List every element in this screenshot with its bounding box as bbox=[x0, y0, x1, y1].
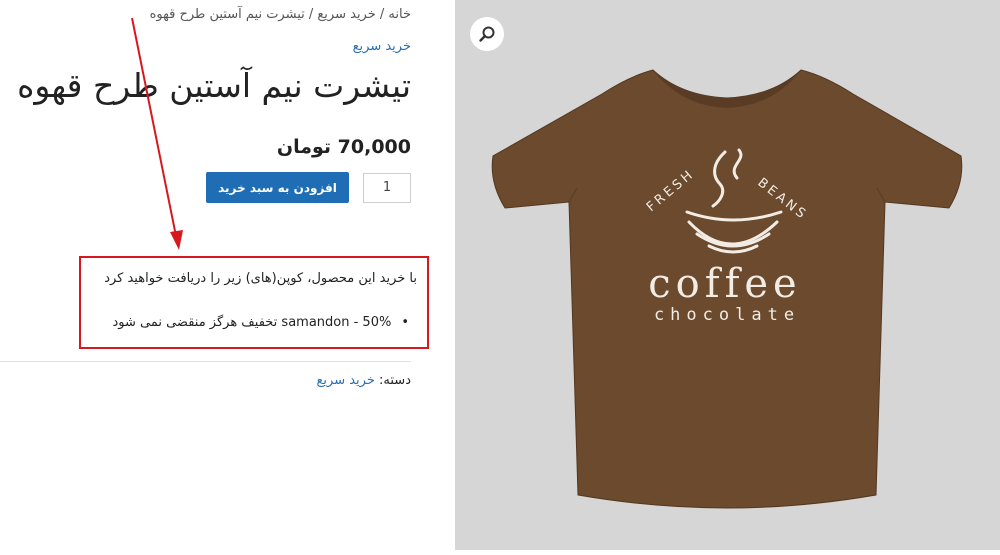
quantity-input[interactable] bbox=[363, 172, 411, 203]
add-to-cart-button[interactable]: افزودن به سبد خرید bbox=[206, 172, 349, 203]
product-gallery: FRESH BEANS coffee chocolate bbox=[455, 0, 1000, 550]
tshirt-image: FRESH BEANS coffee chocolate bbox=[491, 69, 963, 509]
product-meta: دسته: خرید سریع bbox=[317, 373, 412, 388]
product-title: تیشرت نیم آستین طرح قهوه bbox=[17, 66, 411, 105]
coupon-notice: با خرید این محصول، کوپن(های) زیر را دریا… bbox=[79, 256, 429, 349]
category-link[interactable]: خرید سریع bbox=[353, 39, 411, 54]
coupon-intro-text: با خرید این محصول، کوپن(های) زیر را دریا… bbox=[104, 271, 417, 286]
breadcrumb[interactable]: خانه / خرید سریع / تیشرت نیم آستین طرح ق… bbox=[150, 7, 411, 22]
product-summary: خانه / خرید سریع / تیشرت نیم آستین طرح ق… bbox=[0, 0, 440, 555]
magnifier-icon bbox=[479, 26, 495, 42]
divider bbox=[0, 361, 411, 362]
add-to-cart-form: افزودن به سبد خرید bbox=[206, 172, 411, 203]
logo-word: coffee bbox=[648, 261, 801, 307]
category-meta-link[interactable]: خرید سریع bbox=[317, 373, 375, 388]
zoom-button[interactable] bbox=[470, 17, 504, 51]
category-label: دسته: bbox=[379, 373, 411, 388]
product-price: 70,000 تومان bbox=[276, 136, 411, 158]
coupon-list: samandon - 50% تخفیف هرگز منقضی نمی شود bbox=[112, 315, 417, 330]
logo-subword: chocolate bbox=[654, 305, 800, 325]
coupon-item: samandon - 50% تخفیف هرگز منقضی نمی شود bbox=[112, 315, 417, 330]
